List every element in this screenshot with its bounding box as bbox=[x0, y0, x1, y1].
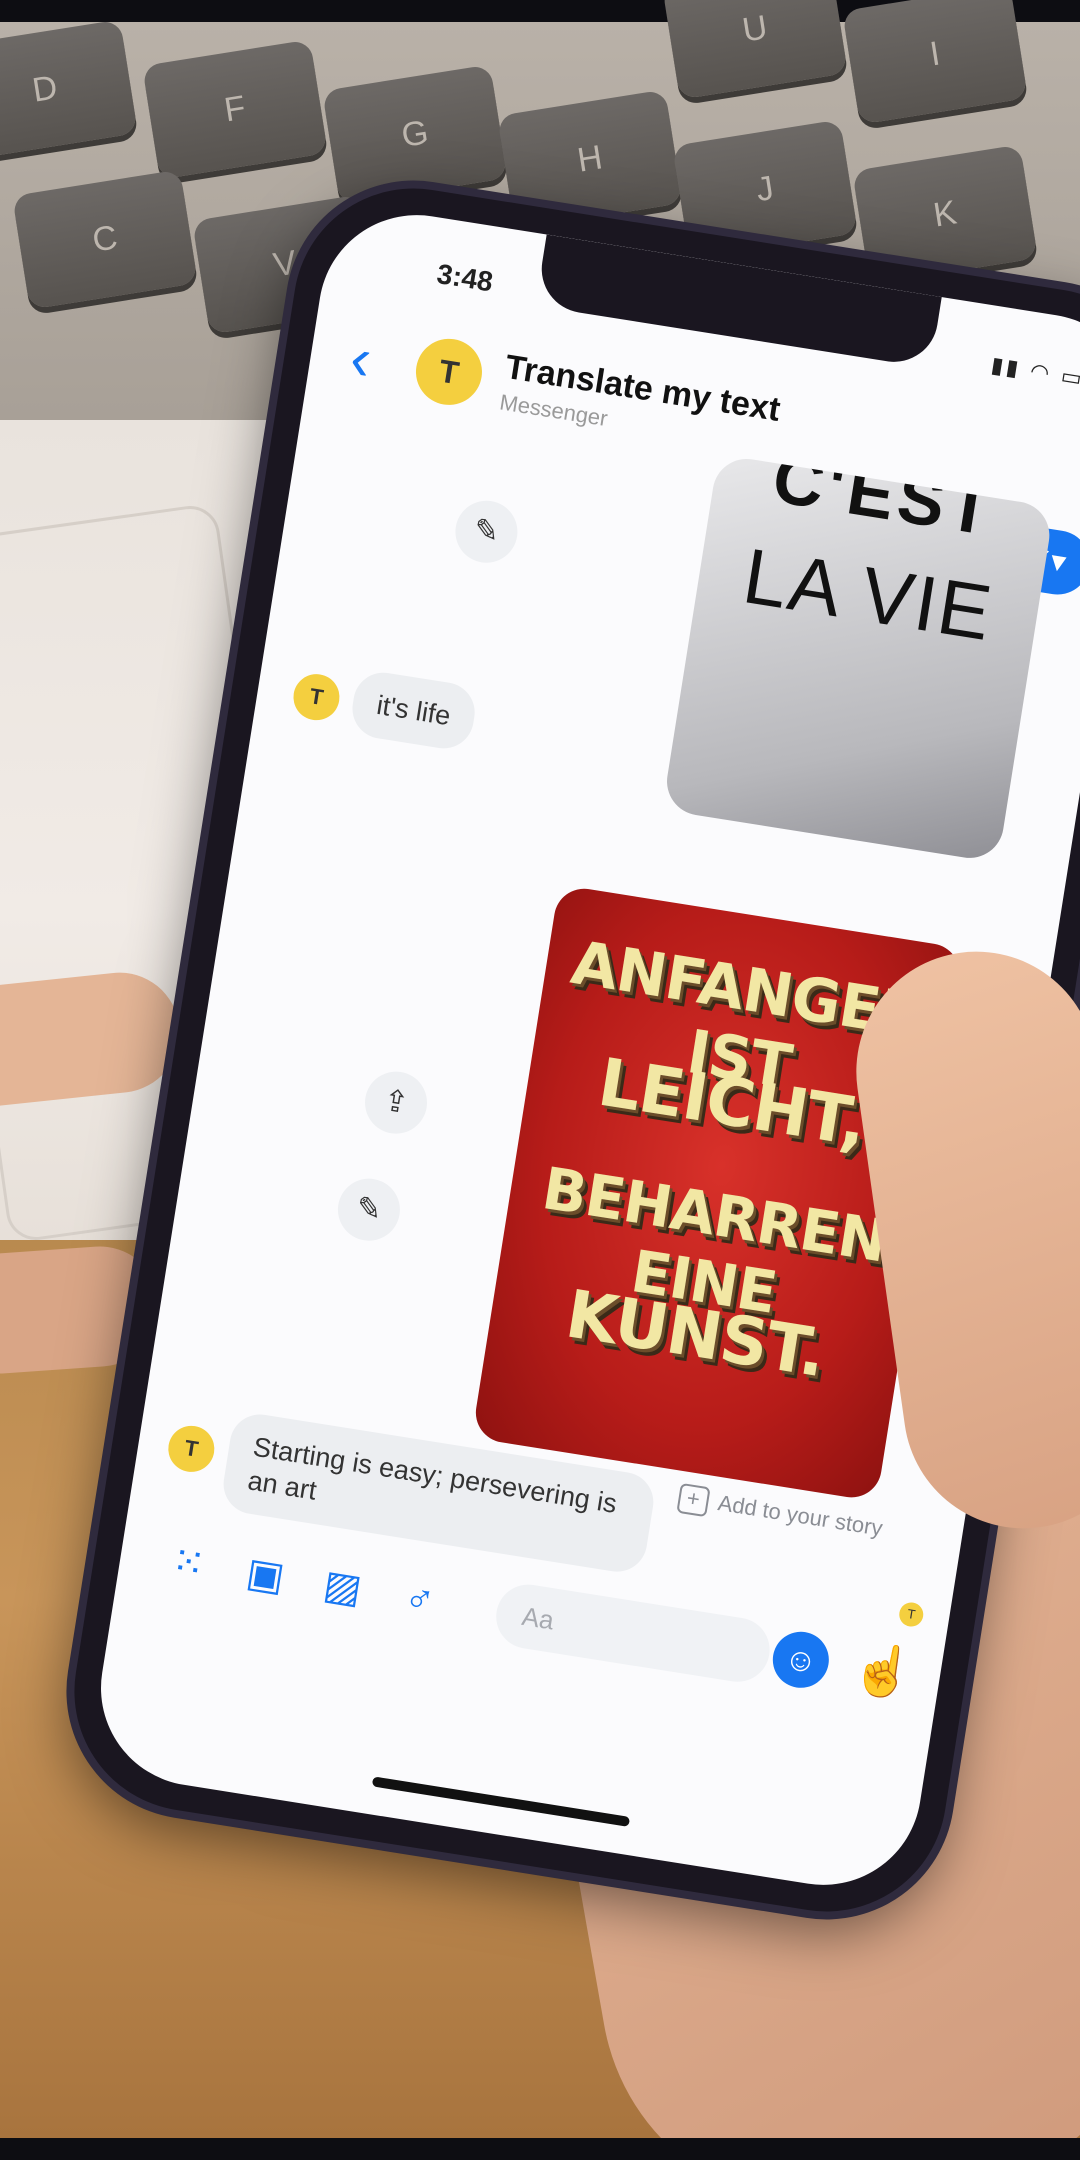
status-time: 3:48 bbox=[434, 258, 496, 298]
home-indicator[interactable] bbox=[371, 1776, 631, 1827]
avatar[interactable]: T bbox=[411, 334, 487, 410]
pencil-icon[interactable]: ✎ bbox=[333, 1174, 405, 1246]
keyboard-key: D bbox=[0, 19, 138, 160]
keyboard-key: I bbox=[842, 0, 1028, 125]
gallery-icon[interactable]: ▨ bbox=[311, 1555, 375, 1619]
sent-image-cest-la-vie[interactable]: C'EST LA VIE bbox=[662, 454, 1055, 863]
back-icon[interactable]: ‹ bbox=[346, 324, 376, 393]
received-message[interactable]: it's life bbox=[348, 668, 480, 753]
pencil-icon[interactable]: ✎ bbox=[450, 496, 522, 568]
bottom-letterbox bbox=[0, 2138, 1080, 2160]
photo-scene: D F G H J K U I C V 3:48 ▮▮ ◠ ▭ ‹ T Tran… bbox=[0, 0, 1080, 2160]
apps-icon[interactable]: ⁙ bbox=[156, 1531, 220, 1595]
keyboard-key: G bbox=[322, 64, 508, 205]
signal-wifi-battery-icon: ▮▮ ◠ ▭ bbox=[989, 351, 1080, 392]
share-icon[interactable]: ⇪ bbox=[360, 1067, 432, 1139]
microphone-icon[interactable]: ♂ bbox=[388, 1567, 452, 1631]
avatar: T bbox=[290, 670, 343, 724]
emoji-icon[interactable]: ☺ bbox=[768, 1627, 833, 1692]
plus-icon: + bbox=[676, 1482, 711, 1518]
add-to-story-label: Add to your story bbox=[716, 1490, 885, 1541]
message-input[interactable]: Aa bbox=[491, 1580, 775, 1687]
keyboard-key: U bbox=[662, 0, 848, 100]
avatar: T bbox=[165, 1422, 218, 1476]
seen-avatar: T bbox=[897, 1600, 926, 1629]
thumbs-up-icon[interactable]: ☝ bbox=[848, 1636, 918, 1705]
camera-icon[interactable]: ▣ bbox=[233, 1543, 297, 1607]
keyboard-key: C bbox=[12, 169, 198, 310]
keyboard-key: F bbox=[142, 39, 328, 180]
